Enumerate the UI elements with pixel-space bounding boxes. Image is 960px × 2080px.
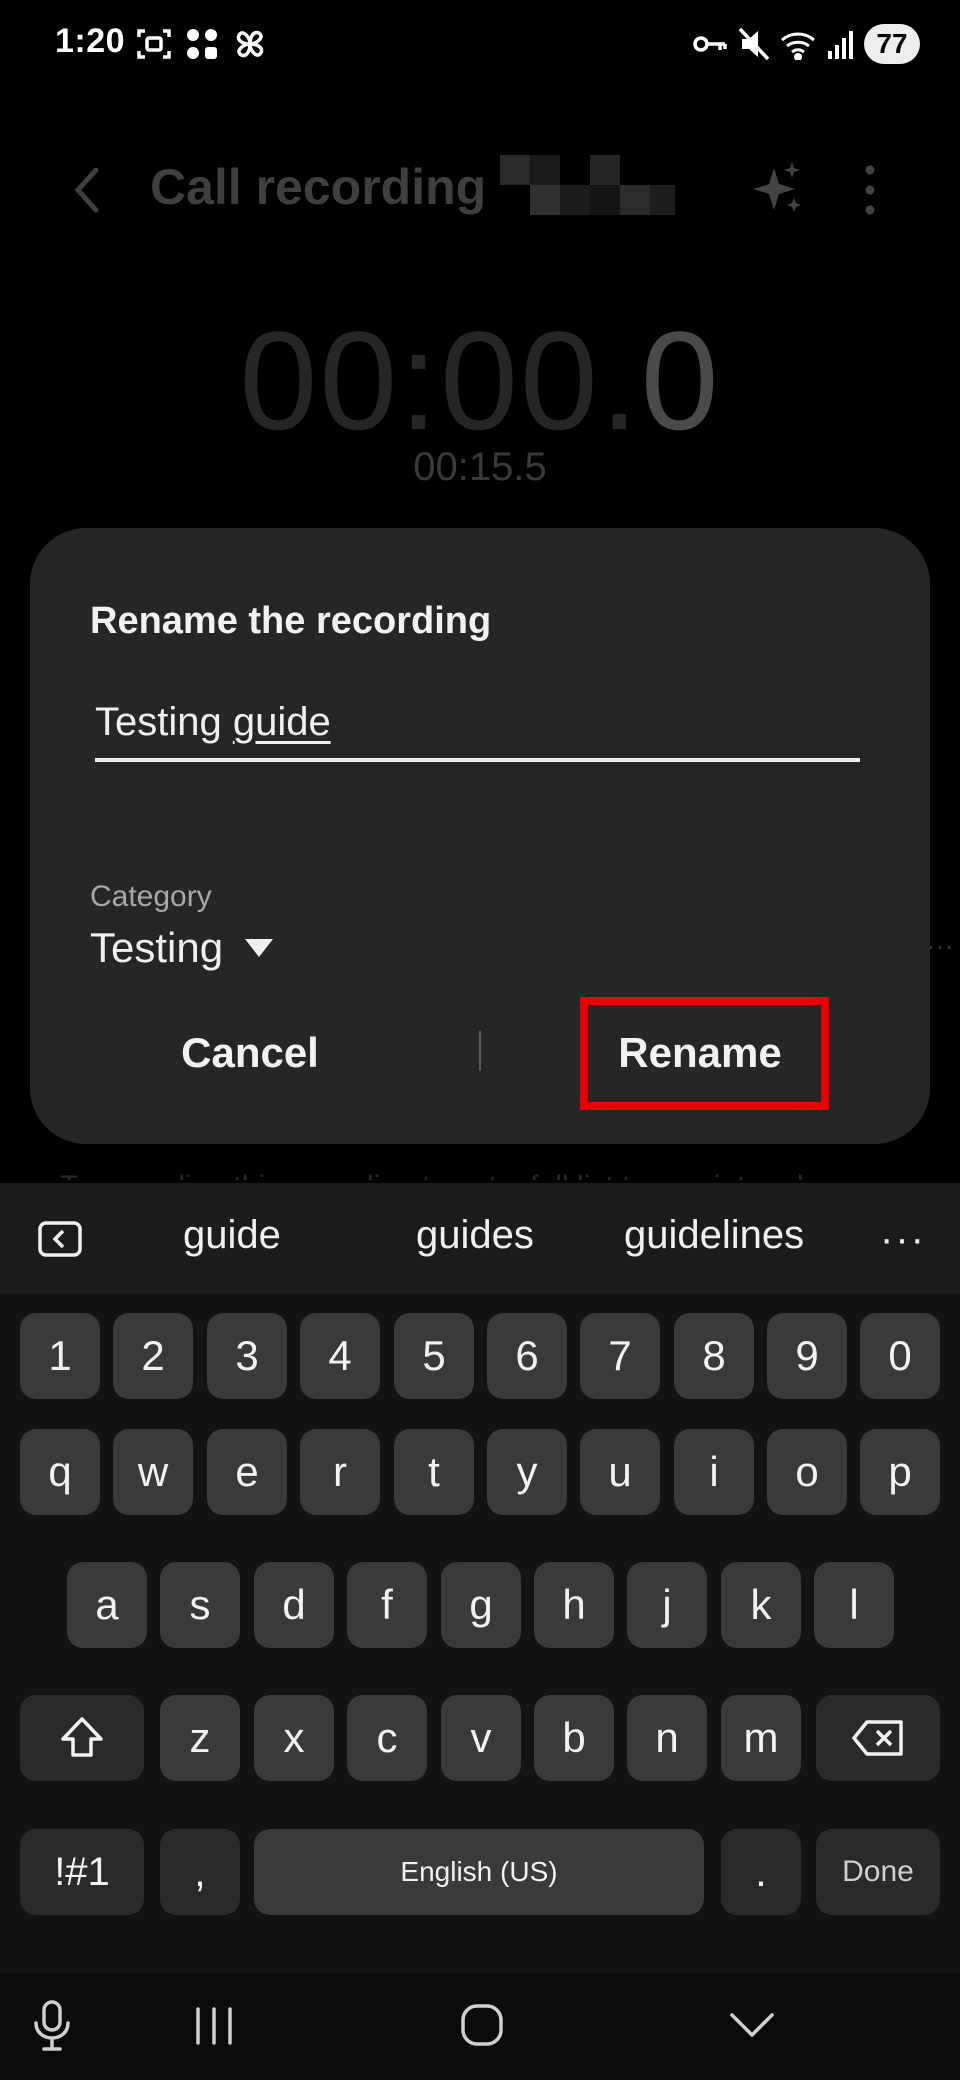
key[interactable]: i — [674, 1429, 754, 1515]
status-time: 1:20 — [55, 22, 126, 60]
key[interactable]: f — [347, 1562, 427, 1648]
dialog-title: Rename the recording — [90, 600, 492, 642]
key[interactable]: h — [534, 1562, 614, 1648]
category-label: Category — [90, 880, 212, 913]
recording-name-input[interactable]: Testing guide — [95, 700, 860, 762]
key[interactable]: j — [627, 1562, 707, 1648]
signal-icon — [828, 31, 853, 59]
shift-key[interactable] — [20, 1695, 144, 1781]
key[interactable]: l — [814, 1562, 894, 1648]
key[interactable]: p — [860, 1429, 940, 1515]
key[interactable]: 3 — [207, 1313, 287, 1399]
more-suggestions-button[interactable]: ··· — [880, 1217, 926, 1262]
key[interactable]: x — [254, 1695, 334, 1781]
key[interactable]: 7 — [580, 1313, 660, 1399]
redacted-pixelation — [500, 155, 675, 215]
pinwheel-icon — [236, 30, 264, 58]
key[interactable]: b — [534, 1695, 614, 1781]
key[interactable]: a — [67, 1562, 147, 1648]
suggestion-item[interactable]: guides — [416, 1213, 534, 1258]
key[interactable]: v — [441, 1695, 521, 1781]
rename-button-highlight — [580, 997, 829, 1110]
key[interactable]: w — [113, 1429, 193, 1515]
key[interactable]: 6 — [487, 1313, 567, 1399]
mic-icon[interactable] — [32, 1999, 72, 2053]
category-dropdown[interactable]: Testing — [90, 924, 274, 972]
cancel-button[interactable]: Cancel — [120, 1018, 380, 1088]
done-key[interactable]: Done — [816, 1829, 940, 1915]
recording-duration: 00:15.5 — [413, 445, 547, 489]
timer-tenth: 0 — [640, 302, 721, 459]
category-value: Testing — [90, 924, 224, 971]
key[interactable]: k — [721, 1562, 801, 1648]
wifi-icon — [781, 32, 815, 60]
timer-main: 00:00. — [239, 302, 641, 459]
name-composing-word: guide — [232, 700, 331, 744]
hide-keyboard-icon[interactable] — [728, 2009, 776, 2039]
key[interactable]: d — [254, 1562, 334, 1648]
key[interactable]: 2 — [113, 1313, 193, 1399]
key[interactable]: 4 — [300, 1313, 380, 1399]
shift-icon — [61, 1717, 103, 1757]
key[interactable]: s — [160, 1562, 240, 1648]
name-value: Testing — [95, 700, 233, 744]
mute-icon — [738, 27, 770, 61]
key[interactable]: y — [487, 1429, 567, 1515]
key[interactable]: r — [300, 1429, 380, 1515]
key[interactable]: 8 — [674, 1313, 754, 1399]
home-icon[interactable] — [460, 2003, 504, 2047]
key[interactable]: q — [20, 1429, 100, 1515]
key[interactable]: 1 — [20, 1313, 100, 1399]
space-key[interactable]: English (US) — [254, 1829, 704, 1915]
apps-grid-icon — [187, 29, 217, 59]
dropdown-arrow-icon — [245, 939, 274, 957]
key[interactable]: n — [627, 1695, 707, 1781]
symbols-key[interactable]: !#1 — [20, 1829, 144, 1915]
button-divider — [479, 1031, 481, 1071]
sparkle-icon[interactable] — [752, 160, 804, 216]
suggestion-item[interactable]: guidelines — [624, 1213, 804, 1258]
background-hint-text: To recording this recording to get a ful… — [60, 1170, 920, 1180]
suggestion-item[interactable]: guide — [183, 1213, 281, 1258]
on-screen-keyboard: guide guides guidelines ··· 1 2 3 4 5 6 … — [0, 1183, 960, 1973]
key[interactable]: o — [767, 1429, 847, 1515]
status-right-icons: 77 — [692, 24, 920, 64]
key[interactable]: c — [347, 1695, 427, 1781]
key[interactable]: g — [441, 1562, 521, 1648]
background-ellipsis: ··· — [926, 930, 954, 961]
status-bar: 1:20 77 — [0, 0, 960, 90]
key[interactable]: 5 — [394, 1313, 474, 1399]
app-bar: Call recording — [0, 140, 960, 240]
vpn-key-icon — [693, 36, 727, 52]
key[interactable]: 0 — [860, 1313, 940, 1399]
page-title: Call recording — [150, 159, 487, 215]
backspace-icon — [852, 1720, 903, 1756]
key[interactable]: m — [721, 1695, 801, 1781]
key[interactable]: 9 — [767, 1313, 847, 1399]
recents-icon[interactable] — [192, 2005, 236, 2047]
collapse-toolbar-icon[interactable] — [38, 1221, 82, 1257]
navigation-bar — [0, 1973, 960, 2080]
battery-icon: 77 — [864, 24, 920, 64]
key[interactable]: z — [160, 1695, 240, 1781]
screenshot-icon — [137, 29, 171, 59]
backspace-key[interactable] — [816, 1695, 940, 1781]
back-icon[interactable] — [68, 162, 108, 218]
key[interactable]: u — [580, 1429, 660, 1515]
period-key[interactable]: . — [721, 1829, 801, 1915]
comma-key[interactable]: , — [160, 1829, 240, 1915]
more-options-icon[interactable] — [855, 160, 885, 220]
key[interactable]: e — [207, 1429, 287, 1515]
suggestion-bar: guide guides guidelines ··· — [0, 1183, 960, 1293]
status-left-icons — [136, 26, 268, 62]
key[interactable]: t — [394, 1429, 474, 1515]
recording-timer: 00:00.0 — [0, 300, 960, 462]
